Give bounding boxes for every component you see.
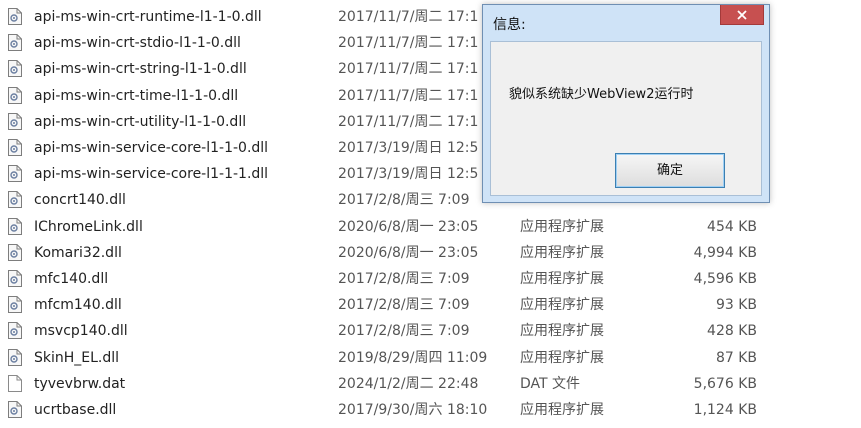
dll-file-icon: [8, 217, 22, 235]
file-row[interactable]: IChromeLink.dll 2020/6/8/周一 23:05 应用程序扩展 45…: [0, 214, 861, 240]
file-name: tyvevbrw.dat: [34, 375, 126, 392]
file-size: 4,596 KB: [693, 271, 757, 287]
file-name: api-ms-win-service-core-l1-1-0.dll: [34, 140, 269, 156]
file-type: 应用程序扩展: [520, 323, 604, 340]
file-date: 2017/11/7/周二 17:1: [338, 9, 479, 25]
file-date: 2019/8/29/周四 11:09: [338, 349, 488, 366]
dll-file-icon: [8, 112, 22, 130]
file-name: api-ms-win-crt-utility-l1-1-0.dll: [34, 113, 247, 130]
file-type: DAT 文件: [520, 375, 581, 392]
file-type: 应用程序扩展: [520, 402, 604, 418]
file-size: 428 KB: [707, 323, 757, 340]
file-size: 1,124 KB: [693, 402, 757, 418]
file-size: 454 KB: [707, 218, 757, 235]
file-row[interactable]: SkinH_EL.dll 2019/8/29/周四 11:09 应用程序扩展 87 K…: [0, 345, 861, 371]
dll-file-icon: [8, 322, 22, 340]
file-date: 2017/9/30/周六 18:10: [338, 402, 488, 418]
dll-file-icon: [8, 60, 22, 78]
file-date: 2017/3/19/周日 12:5: [338, 166, 479, 183]
file-name: ucrtbase.dll: [34, 402, 117, 418]
dll-file-icon: [8, 348, 22, 366]
file-date: 2017/2/8/周三 7:09: [338, 271, 470, 287]
dll-file-icon: [8, 165, 22, 183]
dll-file-icon: [8, 243, 22, 261]
file-name: api-ms-win-crt-runtime-l1-1-0.dll: [34, 9, 262, 25]
file-date: 2017/11/7/周二 17:1: [338, 35, 479, 52]
file-type: 应用程序扩展: [520, 271, 604, 287]
dll-file-icon: [8, 139, 22, 156]
file-row[interactable]: mfc140.dll 2017/2/8/周三 7:09 应用程序扩展 4,596 KB: [0, 266, 861, 292]
file-row[interactable]: msvcp140.dll 2017/2/8/周三 7:09 应用程序扩展 428 KB: [0, 318, 861, 344]
dll-file-icon: [8, 8, 22, 25]
file-type: 应用程序扩展: [520, 244, 604, 261]
file-size: 87 KB: [715, 349, 757, 366]
file-name: SkinH_EL.dll: [34, 349, 120, 366]
dll-file-icon: [8, 270, 22, 287]
file-name: mfc140.dll: [34, 271, 109, 287]
blank-file-icon: [8, 374, 22, 392]
file-date: 2017/11/7/周二 17:1: [338, 87, 479, 104]
file-type: 应用程序扩展: [520, 218, 604, 235]
file-date: 2017/11/7/周二 17:1: [338, 113, 479, 130]
dialog-body: 貌似系统缺少WebView2运行时 确定: [490, 41, 762, 196]
close-icon: [737, 10, 747, 20]
dll-file-icon: [8, 191, 22, 209]
file-date: 2017/11/7/周二 17:1: [338, 61, 479, 78]
close-button[interactable]: [720, 5, 764, 25]
file-name: mfcm140.dll: [34, 297, 122, 314]
file-name: api-ms-win-crt-time-l1-1-0.dll: [34, 87, 239, 104]
file-row[interactable]: mfcm140.dll 2017/2/8/周三 7:09 应用程序扩展 93 KB: [0, 292, 861, 318]
file-date: 2020/6/8/周一 23:05: [338, 218, 479, 235]
dialog-message: 貌似系统缺少WebView2运行时: [509, 87, 694, 102]
message-dialog: 信息: 貌似系统缺少WebView2运行时 确定: [482, 4, 770, 203]
file-date: 2017/2/8/周三 7:09: [338, 323, 470, 340]
file-type: 应用程序扩展: [520, 297, 604, 314]
file-date: 2017/3/19/周日 12:5: [338, 140, 479, 156]
dll-file-icon: [8, 34, 22, 52]
file-name: concrt140.dll: [34, 192, 126, 209]
dll-file-icon: [8, 296, 22, 314]
file-row[interactable]: Komari32.dll 2020/6/8/周一 23:05 应用程序扩展 4,994…: [0, 240, 861, 266]
file-date: 2024/1/2/周二 22:48: [338, 375, 479, 392]
file-name: IChromeLink.dll: [34, 218, 143, 235]
dll-file-icon: [8, 86, 22, 104]
file-date: 2017/2/8/周三 7:09: [338, 192, 470, 209]
file-size: 93 KB: [715, 297, 757, 314]
dialog-title: 信息:: [493, 17, 526, 33]
dll-file-icon: [8, 401, 22, 418]
ok-button[interactable]: 确定: [615, 153, 725, 188]
file-name: Komari32.dll: [34, 244, 122, 261]
file-name: api-ms-win-crt-string-l1-1-0.dll: [34, 61, 247, 78]
file-name: api-ms-win-service-core-l1-1-1.dll: [34, 166, 269, 183]
file-size: 5,676 KB: [693, 375, 757, 392]
file-date: 2017/2/8/周三 7:09: [338, 297, 470, 314]
file-type: 应用程序扩展: [520, 349, 604, 366]
file-size: 4,994 KB: [693, 244, 757, 261]
dialog-titlebar[interactable]: 信息:: [483, 5, 769, 41]
file-row[interactable]: tyvevbrw.dat 2024/1/2/周二 22:48 DAT 文件 5,676…: [0, 371, 861, 397]
file-date: 2020/6/8/周一 23:05: [338, 244, 479, 261]
file-name: msvcp140.dll: [34, 323, 128, 340]
file-name: api-ms-win-crt-stdio-l1-1-0.dll: [34, 35, 241, 52]
file-row[interactable]: ucrtbase.dll 2017/9/30/周六 18:10 应用程序扩展 1,12…: [0, 397, 861, 423]
